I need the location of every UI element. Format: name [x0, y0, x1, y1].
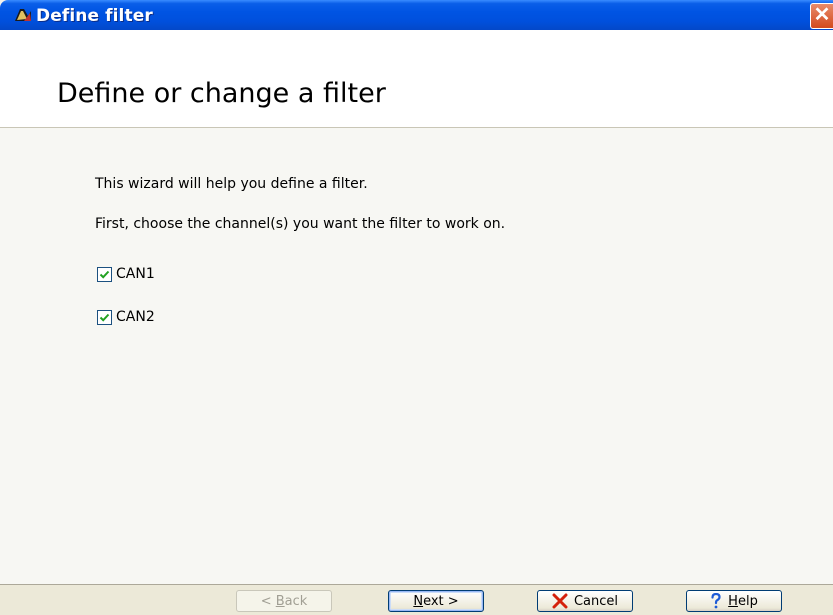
window-title: Define filter: [36, 6, 153, 26]
page-title: Define or change a filter: [57, 78, 386, 109]
check-icon: [99, 313, 110, 322]
help-label-rest: elp: [737, 593, 758, 609]
next-label-mnemonic: N: [413, 593, 424, 609]
dialog-window: Define filter ✕ Define or change a filte…: [0, 0, 833, 615]
check-icon: [99, 270, 110, 279]
title-bar[interactable]: Define filter ✕: [0, 0, 833, 30]
intro-text: This wizard will help you define a filte…: [95, 176, 368, 192]
can2-checkbox[interactable]: [97, 309, 112, 325]
can2-label: CAN2: [116, 309, 155, 325]
back-label-rest: ack: [284, 593, 308, 609]
back-button[interactable]: < Back: [236, 590, 332, 612]
back-label-prefix: <: [260, 593, 276, 609]
question-icon: [711, 593, 721, 609]
x-icon: [552, 593, 568, 609]
channel-can1-row[interactable]: CAN1: [97, 266, 155, 282]
footer-divider: [0, 584, 833, 585]
app-icon: [15, 9, 31, 21]
wizard-content: [0, 128, 833, 584]
instruction-text: First, choose the channel(s) you want th…: [95, 216, 506, 232]
close-icon: ✕: [813, 4, 831, 26]
channel-can2-row[interactable]: CAN2: [97, 309, 155, 325]
next-button[interactable]: Next >: [388, 590, 484, 612]
close-button[interactable]: ✕: [810, 3, 833, 29]
can1-label: CAN1: [116, 266, 155, 282]
help-button[interactable]: Help: [686, 590, 782, 612]
cancel-button[interactable]: Cancel: [537, 590, 633, 612]
can1-checkbox[interactable]: [97, 266, 112, 282]
next-label-rest: ext >: [423, 593, 459, 609]
back-label-mnemonic: B: [275, 593, 285, 609]
wizard-header: Define or change a filter: [0, 30, 833, 128]
help-label-mnemonic: H: [728, 593, 738, 609]
cancel-label: Cancel: [573, 593, 619, 609]
